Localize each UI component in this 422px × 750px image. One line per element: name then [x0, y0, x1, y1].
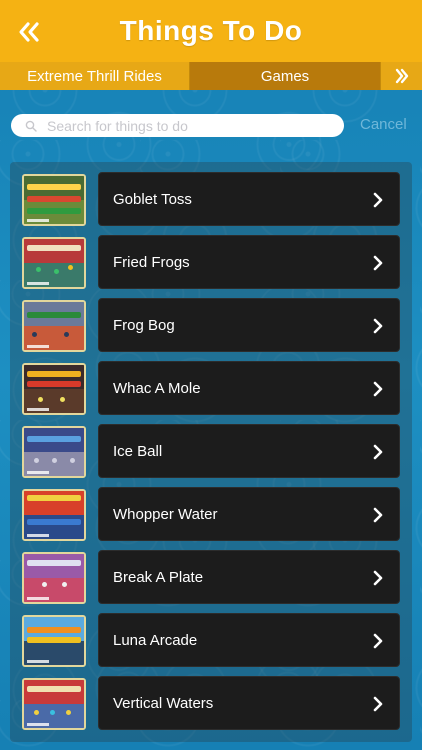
item-button-whac-a-mole[interactable]: Whac A Mole [98, 361, 400, 415]
things-list: Goblet Toss Fried Frogs Frog Bog Whac A … [10, 162, 412, 742]
chevron-right-icon [373, 444, 383, 460]
chevron-right-icon [373, 255, 383, 271]
category-tabs: Extreme Thrill Rides Games [0, 62, 422, 90]
item-button-break-a-plate[interactable]: Break A Plate [98, 550, 400, 604]
chevron-right-icon [373, 507, 383, 523]
search-icon [25, 120, 37, 132]
chevron-right-icon [373, 381, 383, 397]
search-input[interactable] [47, 117, 327, 134]
navigation-bar: Things To Do [0, 0, 422, 62]
item-label: Fried Frogs [113, 253, 190, 271]
item-button-luna-arcade[interactable]: Luna Arcade [98, 613, 400, 667]
list-item: Frog Bog [22, 298, 400, 353]
chevron-right-icon [373, 633, 383, 649]
item-thumbnail [22, 173, 86, 226]
chevron-right-icon [373, 318, 383, 334]
item-label: Break A Plate [113, 568, 204, 586]
item-label: Ice Ball [113, 442, 163, 460]
item-thumbnail [22, 299, 86, 352]
list-item: Fried Frogs [22, 235, 400, 290]
chevron-right-icon [373, 570, 383, 586]
double-chevron-right-icon [395, 68, 408, 84]
item-thumbnail [22, 614, 86, 667]
list-item: Goblet Toss [22, 172, 400, 227]
cancel-button[interactable]: Cancel [360, 116, 407, 133]
item-thumbnail [22, 425, 86, 478]
item-button-whopper-water[interactable]: Whopper Water [98, 487, 400, 541]
item-thumbnail [22, 236, 86, 289]
item-label: Luna Arcade [113, 631, 198, 649]
item-button-frog-bog[interactable]: Frog Bog [98, 298, 400, 352]
search-bar [11, 114, 344, 137]
list-item: Ice Ball [22, 424, 400, 479]
item-label: Whac A Mole [113, 379, 201, 397]
tabs-more-button[interactable] [380, 62, 422, 90]
item-label: Goblet Toss [113, 190, 192, 208]
chevron-right-icon [373, 696, 383, 712]
tab-games[interactable]: Games [190, 62, 380, 90]
back-button[interactable] [14, 17, 44, 47]
item-thumbnail [22, 488, 86, 541]
item-button-fried-frogs[interactable]: Fried Frogs [98, 235, 400, 289]
item-thumbnail [22, 362, 86, 415]
tab-extreme-thrill-rides[interactable]: Extreme Thrill Rides [0, 62, 190, 90]
item-button-goblet-toss[interactable]: Goblet Toss [98, 172, 400, 226]
list-item: Luna Arcade [22, 613, 400, 668]
list-item: Whac A Mole [22, 361, 400, 416]
item-thumbnail [22, 677, 86, 730]
list-item: Vertical Waters [22, 676, 400, 731]
item-thumbnail [22, 551, 86, 604]
page-title: Things To Do [119, 15, 303, 46]
list-item: Whopper Water [22, 487, 400, 542]
item-label: Frog Bog [113, 316, 175, 334]
item-label: Whopper Water [113, 505, 218, 523]
item-button-vertical-waters[interactable]: Vertical Waters [98, 676, 400, 730]
double-chevron-left-icon [19, 22, 39, 42]
item-label: Vertical Waters [113, 694, 214, 712]
chevron-right-icon [373, 192, 383, 208]
list-item: Break A Plate [22, 550, 400, 605]
item-button-ice-ball[interactable]: Ice Ball [98, 424, 400, 478]
